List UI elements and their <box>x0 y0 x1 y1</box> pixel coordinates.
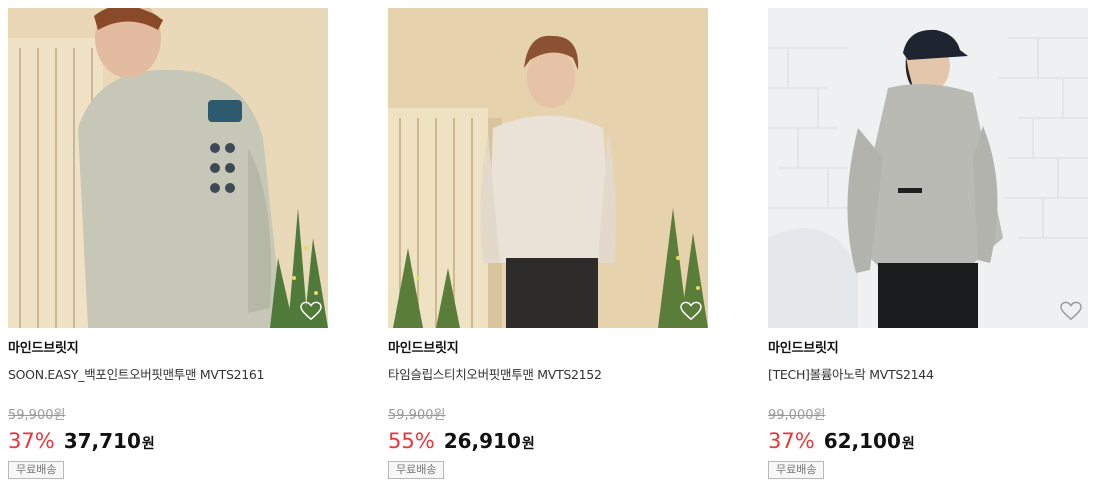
price-row: 55% 26,910원 <box>388 428 708 457</box>
sale-price: 26,910 <box>443 429 521 453</box>
wishlist-button[interactable] <box>678 298 704 324</box>
sale-price: 37,710 <box>63 429 141 453</box>
product-grid: 마인드브릿지 SOON.EASY_백포인트오버핏맨투맨 MVTS2161 59,… <box>0 0 1098 503</box>
original-price: 99,000원 <box>768 408 826 423</box>
price-row: 37% 62,100원 <box>768 428 1088 457</box>
brand-name: 마인드브릿지 <box>8 341 79 356</box>
sale-price: 62,100 <box>823 429 901 453</box>
product-image[interactable] <box>388 8 708 328</box>
brand-name: 마인드브릿지 <box>768 341 839 356</box>
product-photo <box>8 8 328 328</box>
product-card[interactable]: 마인드브릿지 SOON.EASY_백포인트오버핏맨투맨 MVTS2161 59,… <box>8 8 328 503</box>
product-name[interactable]: 타임슬립스티치오버핏맨투맨 MVTS2152 <box>388 367 708 383</box>
original-price: 59,900원 <box>388 408 446 423</box>
discount-rate: 37% <box>8 429 55 453</box>
discount-rate: 55% <box>388 429 435 453</box>
brand-name: 마인드브릿지 <box>388 341 459 356</box>
sale-price-group: 26,910원 <box>444 428 535 457</box>
currency-unit: 원 <box>521 436 535 452</box>
product-name[interactable]: [TECH]볼륨아노락 MVTS2144 <box>768 367 1088 383</box>
heart-outline-icon <box>680 301 702 321</box>
product-card[interactable]: 마인드브릿지 [TECH]볼륨아노락 MVTS2144 99,000원 37% … <box>768 8 1088 503</box>
discount-rate: 37% <box>768 429 815 453</box>
product-image[interactable] <box>8 8 328 328</box>
product-photo <box>768 8 1088 328</box>
free-shipping-badge: 무료배송 <box>388 461 445 479</box>
sale-price-group: 37,710원 <box>64 428 155 457</box>
wishlist-button[interactable] <box>298 298 324 324</box>
product-image[interactable] <box>768 8 1088 328</box>
heart-outline-icon <box>1060 301 1082 321</box>
price-row: 37% 37,710원 <box>8 428 328 457</box>
currency-unit: 원 <box>901 436 915 452</box>
heart-outline-icon <box>300 301 322 321</box>
product-photo <box>388 8 708 328</box>
free-shipping-badge: 무료배송 <box>8 461 65 479</box>
sale-price-group: 62,100원 <box>824 428 915 457</box>
wishlist-button[interactable] <box>1058 298 1084 324</box>
free-shipping-badge: 무료배송 <box>768 461 825 479</box>
product-name[interactable]: SOON.EASY_백포인트오버핏맨투맨 MVTS2161 <box>8 367 328 383</box>
original-price: 59,900원 <box>8 408 66 423</box>
product-card[interactable]: 마인드브릿지 타임슬립스티치오버핏맨투맨 MVTS2152 59,900원 55… <box>388 8 708 503</box>
currency-unit: 원 <box>141 436 155 452</box>
